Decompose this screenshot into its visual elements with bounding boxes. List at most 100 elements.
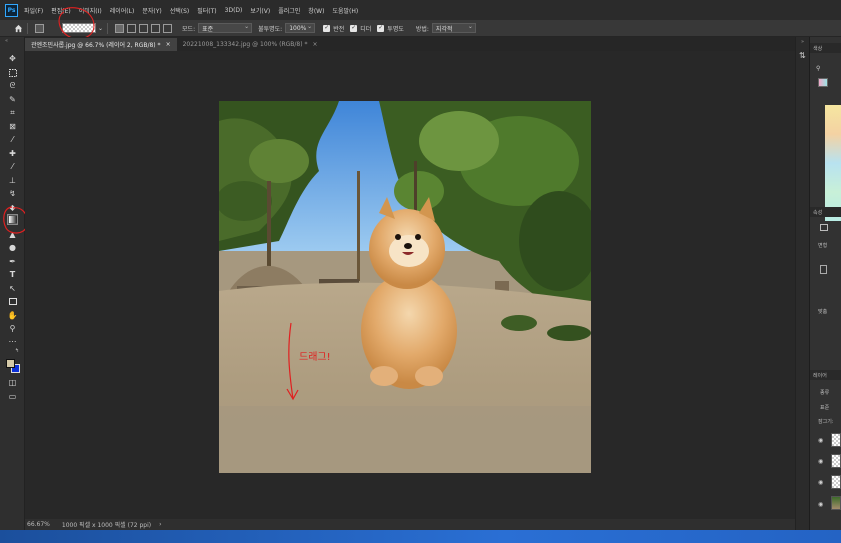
status-bar: 66.67% 1000 픽셀 x 1000 픽셀 (72 ppi) › <box>25 519 795 530</box>
gradient-swatches[interactable] <box>825 105 841 221</box>
opacity-label: 불투명도: <box>258 25 283 33</box>
layer-thumbnail-photo[interactable] <box>831 496 841 510</box>
crop-icon[interactable]: ⌗ <box>7 107 18 118</box>
mode-label: 모드: <box>182 25 196 33</box>
mode-value: 표준 <box>202 25 214 33</box>
blend-mode-select[interactable]: 표준 <box>820 404 829 411</box>
menu-bar: Ps 파일(F) 편집(E) 이미지(I) 레이어(L) 문자(Y) 선택(S)… <box>0 0 841 20</box>
align-label: 맞춤 <box>818 309 828 315</box>
canvas-area: 드래그! <box>25 51 795 519</box>
more-tools-icon[interactable]: ⋯ <box>7 336 18 347</box>
mode-select[interactable]: 표준 <box>198 23 253 33</box>
lock-label: 잠그기: <box>818 419 834 425</box>
linear-gradient-button[interactable] <box>115 23 125 33</box>
tool-preset-picker[interactable] <box>35 23 44 33</box>
swap-colors-icon[interactable]: ↰ <box>15 348 19 354</box>
opacity-select[interactable]: 100% <box>285 23 316 33</box>
menu-file[interactable]: 파일(F) <box>24 6 43 15</box>
search-icon[interactable]: ⚲ <box>816 65 820 72</box>
eye-icon[interactable]: ◉ <box>818 437 823 444</box>
hand-icon[interactable]: ✋ <box>7 310 18 321</box>
quick-mask-icon[interactable]: ◫ <box>7 377 18 388</box>
eye-icon[interactable]: ◉ <box>818 501 823 508</box>
reflected-gradient-button[interactable] <box>151 23 161 33</box>
menu-help[interactable]: 도움말(H) <box>332 6 358 15</box>
method-select[interactable]: 지각적 <box>431 23 476 33</box>
layer-thumbnail[interactable] <box>831 454 841 468</box>
move-icon[interactable]: ✥ <box>7 53 18 64</box>
tools-panel: « ✥ ᘓ ✎ ⌗ ⊠ ⁄ ✚ ⁄ ⊥ ↯ ◆ ▲ ● ✒ T ↖ ✋ ⚲ ⋯ … <box>0 37 25 530</box>
lasso-icon[interactable]: ᘓ <box>7 80 18 91</box>
options-bar: ⌄ 모드: 표준 불투명도: 100% ✓ 반전 ✓ 디더 ✓ 투명도 방법: … <box>0 20 841 37</box>
photo-forest-path <box>219 101 591 473</box>
dither-label: 디더 <box>360 25 372 33</box>
method-label: 방법: <box>415 25 429 33</box>
windows-taskbar <box>0 530 841 543</box>
zoom-level[interactable]: 66.67% <box>27 521 50 528</box>
toolbar-collapse-icon[interactable]: « <box>5 38 8 44</box>
panel-icon-strip: » ⇅ <box>795 37 810 530</box>
tab-label: 20221008_133342.jpg @ 100% (RGB/8) * <box>182 41 308 48</box>
opacity-value: 100% <box>289 24 307 32</box>
stamp-icon[interactable]: ⊥ <box>7 175 18 186</box>
angle-gradient-button[interactable] <box>139 23 149 33</box>
annotation-drag-text: 드래그! <box>299 352 331 363</box>
eyedropper-icon[interactable]: ⁄ <box>7 134 18 145</box>
rectangle-icon[interactable] <box>7 296 18 307</box>
type-icon[interactable]: T <box>7 269 18 280</box>
close-icon[interactable]: × <box>312 41 317 48</box>
document-canvas[interactable]: 드래그! <box>219 101 591 473</box>
panel-collapse-icon[interactable]: » <box>801 39 804 45</box>
tab-label: 관엔조민사롭.jpg @ 66.7% (레이어 2, RGB/8) * <box>31 42 161 49</box>
pen-icon[interactable]: ✒ <box>7 256 18 267</box>
tab-properties[interactable]: 속성 <box>813 209 822 216</box>
image-icon <box>820 224 828 231</box>
eye-icon[interactable]: ◉ <box>818 458 823 465</box>
close-icon[interactable]: × <box>166 41 171 48</box>
menu-layer[interactable]: 레이어(L) <box>110 6 135 15</box>
transform-label: 변형 <box>818 243 828 249</box>
foreground-color-swatch[interactable] <box>6 359 15 368</box>
marquee-icon[interactable] <box>7 67 18 78</box>
zoom-icon[interactable]: ⚲ <box>7 323 18 334</box>
menu-type[interactable]: 문자(Y) <box>142 6 161 15</box>
layer-thumbnail[interactable] <box>831 433 841 447</box>
reverse-checkbox[interactable]: ✓ <box>323 24 331 32</box>
menu-view[interactable]: 보기(V) <box>250 6 270 15</box>
doc-info-arrow[interactable]: › <box>159 521 161 528</box>
radial-gradient-button[interactable] <box>127 23 137 33</box>
right-panels: 색상 ⚲ 속성 변형 맞춤 레이어 종류 표준 잠그기: ◉ ◉ ◉ ◉ <box>810 37 841 530</box>
menu-filter[interactable]: 필터(T) <box>197 6 216 15</box>
quick-select-icon[interactable]: ✎ <box>7 94 18 105</box>
dodge-icon[interactable]: ● <box>7 242 18 253</box>
tab-color[interactable]: 색상 <box>813 45 822 52</box>
layer-thumbnail[interactable] <box>831 475 841 489</box>
options-separator <box>27 22 28 34</box>
home-icon[interactable] <box>13 23 23 33</box>
link-icon[interactable] <box>820 265 827 274</box>
eye-icon[interactable]: ◉ <box>818 479 823 486</box>
tab-document-active[interactable]: 관엔조민사롭.jpg @ 66.7% (레이어 2, RGB/8) * × <box>25 38 177 51</box>
transparency-label: 투명도 <box>387 25 404 33</box>
menu-select[interactable]: 선택(S) <box>170 6 190 15</box>
history-brush-icon[interactable]: ↯ <box>7 188 18 199</box>
screen-mode-icon[interactable]: ▭ <box>7 391 18 402</box>
reverse-label: 반전 <box>333 25 345 33</box>
doc-info: 1000 픽셀 x 1000 픽셀 (72 ppi) <box>61 522 152 529</box>
swatch-gradient-preview <box>818 78 828 87</box>
frame-icon[interactable]: ⊠ <box>7 121 18 132</box>
healing-icon[interactable]: ✚ <box>7 148 18 159</box>
method-value: 지각적 <box>435 25 453 33</box>
transparency-checkbox[interactable]: ✓ <box>377 24 385 32</box>
diamond-gradient-button[interactable] <box>163 23 173 33</box>
dither-checkbox[interactable]: ✓ <box>350 24 358 32</box>
layer-kind-filter[interactable]: 종류 <box>820 389 829 396</box>
brush-icon[interactable]: ⁄ <box>7 161 18 172</box>
menu-window[interactable]: 창(W) <box>308 6 324 15</box>
menu-plugins[interactable]: 플러그인 <box>278 6 300 15</box>
tab-document-inactive[interactable]: 20221008_133342.jpg @ 100% (RGB/8) * × <box>177 38 324 51</box>
path-select-icon[interactable]: ↖ <box>7 283 18 294</box>
menu-3d[interactable]: 3D(D) <box>225 7 243 14</box>
properties-panel-icon[interactable]: ⇅ <box>799 51 806 60</box>
tab-layers[interactable]: 레이어 <box>813 372 827 379</box>
